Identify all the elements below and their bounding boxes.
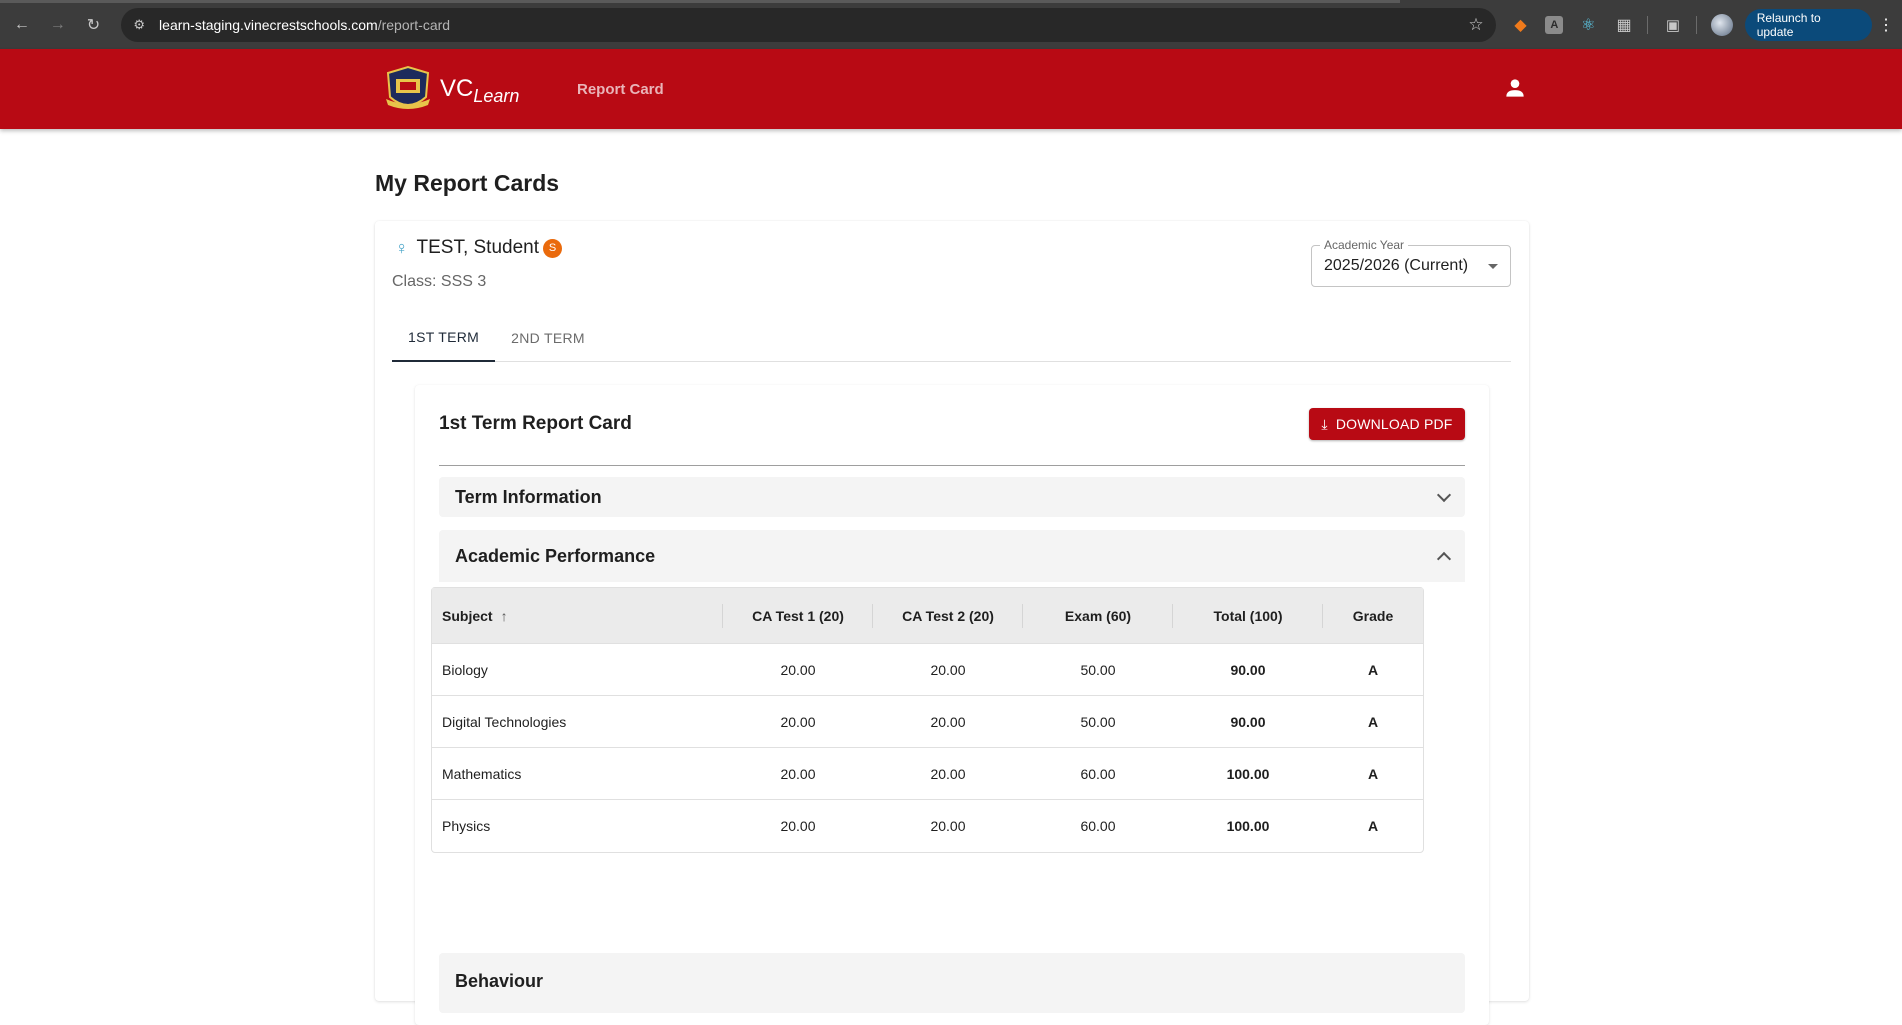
table-row: Mathematics 20.00 20.00 60.00 100.00 A [432, 748, 1423, 800]
cell-total: 100.00 [1226, 818, 1270, 834]
academic-performance-accordion[interactable]: Academic Performance [439, 530, 1465, 582]
term-tabs: 1ST TERM 2ND TERM [392, 314, 1511, 362]
cell-exam: 60.00 [1080, 818, 1116, 834]
academic-year-label: Academic Year [1320, 238, 1409, 252]
chevron-up-icon [1436, 551, 1452, 566]
column-header-subject[interactable]: Subject ↑ [432, 588, 723, 643]
chevron-down-icon [1436, 487, 1452, 502]
report-title: 1st Term Report Card [439, 413, 632, 434]
cell-total: 90.00 [1230, 661, 1266, 678]
toolbar-separator [1695, 15, 1697, 34]
cell-subject: Mathematics [442, 765, 522, 782]
sort-arrow-up-icon[interactable]: ↑ [501, 608, 508, 624]
tab-strip-edge [0, 0, 1400, 3]
url-text[interactable]: learn-staging.vinecrestschools.com/repor… [159, 17, 1468, 33]
academic-year-select[interactable]: Academic Year 2025/2026 (Current) [1311, 238, 1511, 287]
academic-year-value: 2025/2026 (Current) [1324, 257, 1469, 274]
brand-main: VC [440, 75, 474, 102]
extension-a-icon[interactable]: A [1545, 15, 1564, 34]
tab-search-icon[interactable]: ▣ [1662, 14, 1684, 36]
site-info-icon[interactable]: ⚙ [133, 17, 145, 33]
brand-sub: Learn [473, 86, 520, 106]
column-header-subject-label: Subject [442, 607, 493, 624]
react-devtools-icon[interactable]: ⚛ [1577, 14, 1599, 36]
nav-report-card-link[interactable]: Report Card [577, 81, 664, 98]
cell-ca-test-1: 20.00 [780, 713, 816, 730]
forward-arrow-icon[interactable]: → [44, 11, 72, 39]
divider [439, 465, 1465, 466]
cell-ca-test-2: 20.00 [930, 765, 966, 782]
cell-ca-test-1: 20.00 [780, 818, 816, 834]
profile-avatar-icon[interactable] [1710, 13, 1733, 36]
female-icon: ♀ [395, 237, 409, 258]
student-class: Class: SSS 3 [392, 273, 487, 290]
back-arrow-icon[interactable]: ← [8, 11, 36, 39]
browser-toolbar: ← → ↻ ⚙ learn-staging.vinecrestschools.c… [0, 0, 1902, 49]
term-information-accordion[interactable]: Term Information [439, 477, 1465, 517]
cell-total: 100.00 [1226, 765, 1270, 782]
table-row: Biology 20.00 20.00 50.00 90.00 A [432, 644, 1423, 696]
column-header-exam[interactable]: Exam (60) [1023, 588, 1173, 643]
cell-ca-test-1: 20.00 [780, 765, 816, 782]
download-pdf-button[interactable]: ⤓ DOWNLOAD PDF [1309, 408, 1465, 440]
user-account-icon[interactable] [1502, 75, 1528, 101]
cell-total: 90.00 [1230, 713, 1266, 730]
cell-subject: Digital Technologies [442, 713, 567, 730]
cell-subject: Biology [442, 661, 488, 678]
column-header-grade[interactable]: Grade [1323, 588, 1423, 643]
browser-menu-icon[interactable]: ⋮ [1878, 15, 1894, 35]
status-badge: S [543, 238, 563, 258]
url-host: learn-staging.vinecrestschools.com [159, 16, 378, 33]
brand-logo-text[interactable]: VCLearn [440, 75, 520, 106]
cell-subject: Physics [442, 818, 491, 834]
cell-ca-test-1: 20.00 [780, 661, 816, 678]
school-crest-icon[interactable] [382, 63, 434, 115]
table-row: Physics 20.00 20.00 60.00 100.00 A [432, 800, 1423, 852]
cell-ca-test-2: 20.00 [930, 818, 966, 834]
table-header: Subject ↑ CA Test 1 (20) CA Test 2 (20) E… [432, 588, 1423, 644]
cell-exam: 60.00 [1080, 765, 1116, 782]
cell-grade: A [1367, 661, 1379, 678]
url-path: /report-card [377, 16, 451, 33]
cell-grade: A [1367, 818, 1379, 834]
reload-icon[interactable]: ↻ [80, 11, 108, 39]
academic-performance-title: Academic Performance [455, 545, 656, 566]
address-bar[interactable]: ⚙ learn-staging.vinecrestschools.com/rep… [121, 7, 1496, 42]
bookmark-star-icon[interactable]: ☆ [1468, 15, 1483, 35]
term-report-card: 1st Term Report Card ⤓ DOWNLOAD PDF Term… [415, 385, 1489, 1025]
grades-table: Subject ↑ CA Test 1 (20) CA Test 2 (20) E… [431, 587, 1424, 853]
extensions-puzzle-icon[interactable]: ▦ [1613, 14, 1635, 36]
column-header-total[interactable]: Total (100) [1173, 588, 1323, 643]
cell-ca-test-2: 20.00 [930, 661, 966, 678]
app-header: VCLearn Report Card [0, 49, 1902, 129]
cell-ca-test-2: 20.00 [930, 713, 966, 730]
tab-1st-term[interactable]: 1ST TERM [392, 314, 496, 362]
download-pdf-label: DOWNLOAD PDF [1335, 416, 1453, 432]
cell-exam: 50.00 [1080, 713, 1116, 730]
relaunch-button[interactable]: Relaunch to update [1744, 8, 1873, 41]
cell-exam: 50.00 [1080, 661, 1116, 678]
behaviour-title: Behaviour [455, 971, 544, 991]
column-header-ca-test-2[interactable]: CA Test 2 (20) [873, 588, 1023, 643]
extension-diamond-icon[interactable]: ◆ [1510, 14, 1532, 36]
cell-grade: A [1367, 765, 1379, 782]
page-title: My Report Cards [375, 170, 560, 196]
student-name: TEST, Student [416, 237, 540, 258]
tab-2nd-term[interactable]: 2ND TERM [495, 314, 601, 362]
toolbar-separator [1647, 15, 1648, 34]
behaviour-accordion[interactable]: Behaviour [439, 953, 1465, 1013]
cell-grade: A [1367, 713, 1379, 730]
dropdown-caret-icon [1488, 263, 1498, 269]
download-icon: ⤓ [1321, 415, 1328, 432]
column-header-ca-test-1[interactable]: CA Test 1 (20) [723, 588, 873, 643]
table-row: Digital Technologies 20.00 20.00 50.00 9… [432, 696, 1423, 748]
report-card-panel: ♀ TEST, Student S Class: SSS 3 Academic … [375, 221, 1529, 1025]
term-information-title: Term Information [455, 486, 602, 507]
student-header: ♀ TEST, Student S [395, 237, 563, 259]
